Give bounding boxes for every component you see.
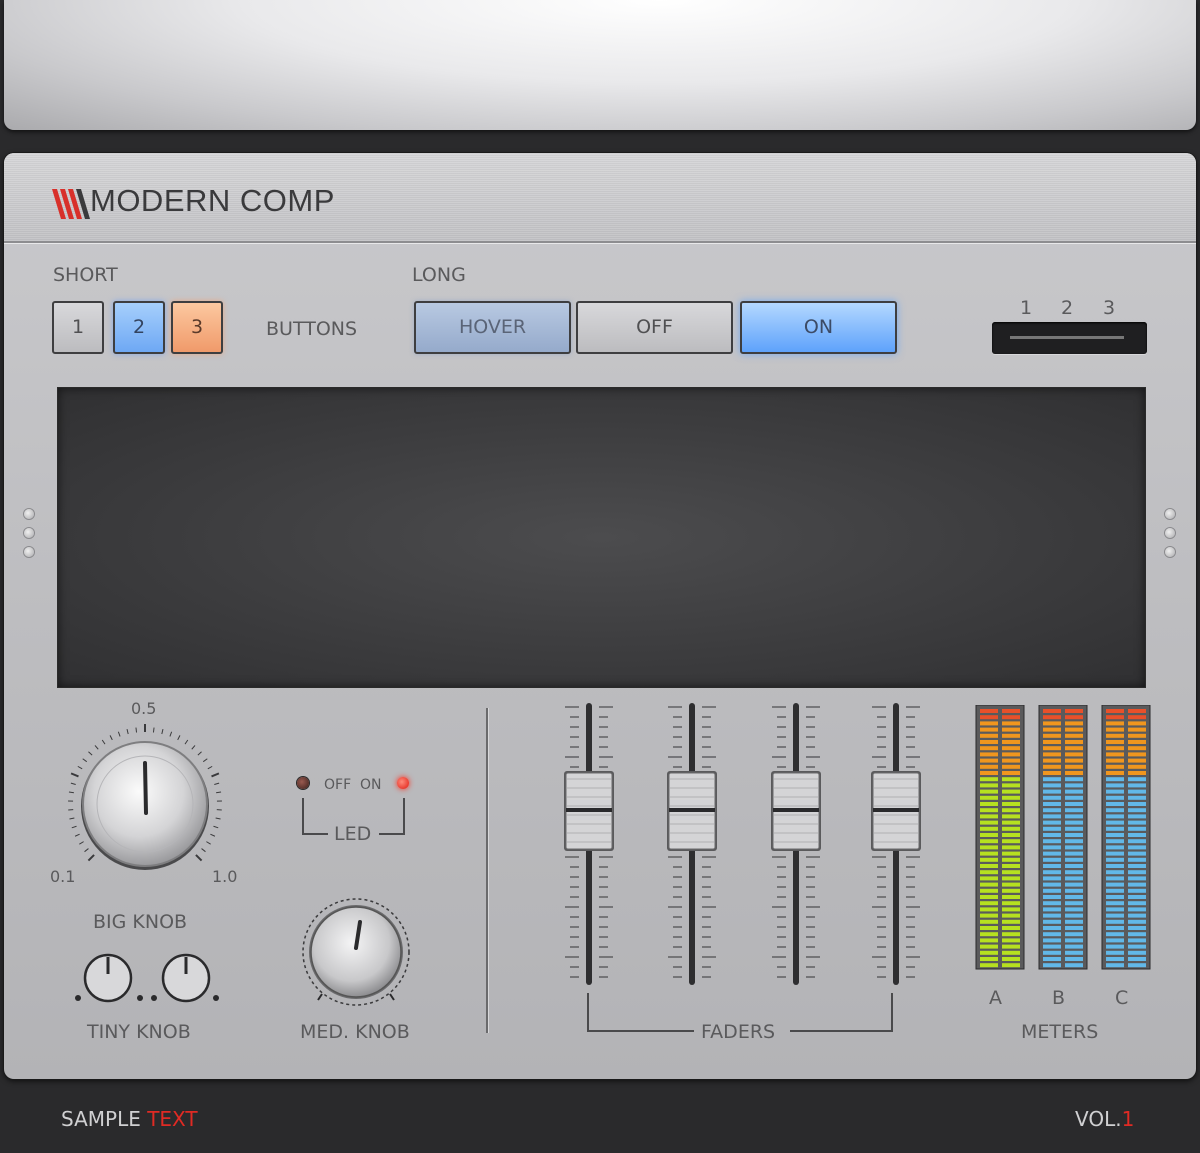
led-on-label: ON	[360, 777, 382, 793]
selector-label-1: 1	[1020, 297, 1033, 319]
long-button-off[interactable]: OFF	[576, 301, 733, 354]
selector-label-3: 3	[1103, 297, 1116, 319]
long-button-hover[interactable]: HOVER	[414, 301, 571, 354]
side-screw-icon	[24, 547, 34, 557]
app-title: MODERN COMP	[90, 183, 335, 218]
meter-label-c: C	[1115, 987, 1129, 1009]
faders-label: FADERS	[701, 1021, 776, 1043]
meter-a	[975, 705, 1025, 970]
display-screen	[57, 387, 1146, 688]
tiny-knob-label: TINY KNOB	[87, 1021, 191, 1043]
short-button-2[interactable]: 2	[113, 301, 165, 354]
faders-group	[564, 703, 921, 985]
footer-sample: SAMPLE	[61, 1107, 141, 1131]
section-divider	[486, 708, 488, 1033]
meters-label: METERS	[1021, 1021, 1099, 1043]
med-knob-label: MED. KNOB	[300, 1021, 410, 1043]
footer-right-text: VOL.1	[1075, 1107, 1134, 1131]
led-label: LED	[334, 823, 372, 845]
selector-switch[interactable]	[992, 322, 1147, 354]
footer-vol: VOL.	[1075, 1107, 1122, 1131]
tiny-knob-pair[interactable]	[70, 948, 230, 1008]
big-knob-label: BIG KNOB	[93, 911, 188, 933]
short-button-3[interactable]: 3	[171, 301, 223, 354]
meter-c	[1101, 705, 1151, 970]
led-off-label: OFF	[324, 777, 352, 793]
med-knob-dial[interactable]	[300, 898, 412, 1010]
side-screw-icon	[24, 509, 34, 519]
footer-vol-number: 1	[1121, 1107, 1135, 1131]
short-label: SHORT	[53, 264, 118, 286]
fader-2[interactable]	[667, 703, 717, 985]
long-button-on[interactable]: ON	[740, 301, 897, 354]
selector-indicator	[1010, 336, 1124, 339]
fader-3[interactable]	[771, 703, 821, 985]
top-panel	[4, 0, 1196, 130]
footer-left-text: SAMPLE TEXT	[61, 1107, 198, 1131]
led-on-icon	[397, 777, 409, 789]
logo-stripes-icon	[52, 189, 90, 219]
big-knob-mid-label: 0.5	[131, 699, 157, 718]
side-screw-icon	[1165, 547, 1175, 557]
meter-label-b: B	[1052, 987, 1066, 1009]
meter-label-a: A	[989, 987, 1002, 1009]
big-knob-max-label: 1.0	[212, 867, 238, 886]
footer-text-red: TEXT	[147, 1107, 198, 1131]
side-screw-icon	[1165, 509, 1175, 519]
plugin-panel: MODERN COMP SHORT LONG 1 2 3 BUTTONS HOV…	[4, 153, 1196, 1079]
meters-group	[975, 705, 1151, 970]
long-label: LONG	[412, 264, 466, 286]
side-screw-icon	[1165, 528, 1175, 538]
side-screw-icon	[24, 528, 34, 538]
short-button-1[interactable]: 1	[52, 301, 104, 354]
big-knob-dial[interactable]	[44, 703, 244, 893]
fader-1[interactable]	[564, 703, 614, 985]
buttons-label: BUTTONS	[266, 318, 358, 340]
led-off-icon	[297, 777, 309, 789]
header-bar: MODERN COMP	[4, 153, 1196, 243]
fader-4[interactable]	[871, 703, 921, 985]
big-knob-pointer	[143, 761, 148, 815]
meter-b	[1038, 705, 1088, 970]
selector-label-2: 2	[1061, 297, 1074, 319]
big-knob-min-label: 0.1	[50, 867, 76, 886]
